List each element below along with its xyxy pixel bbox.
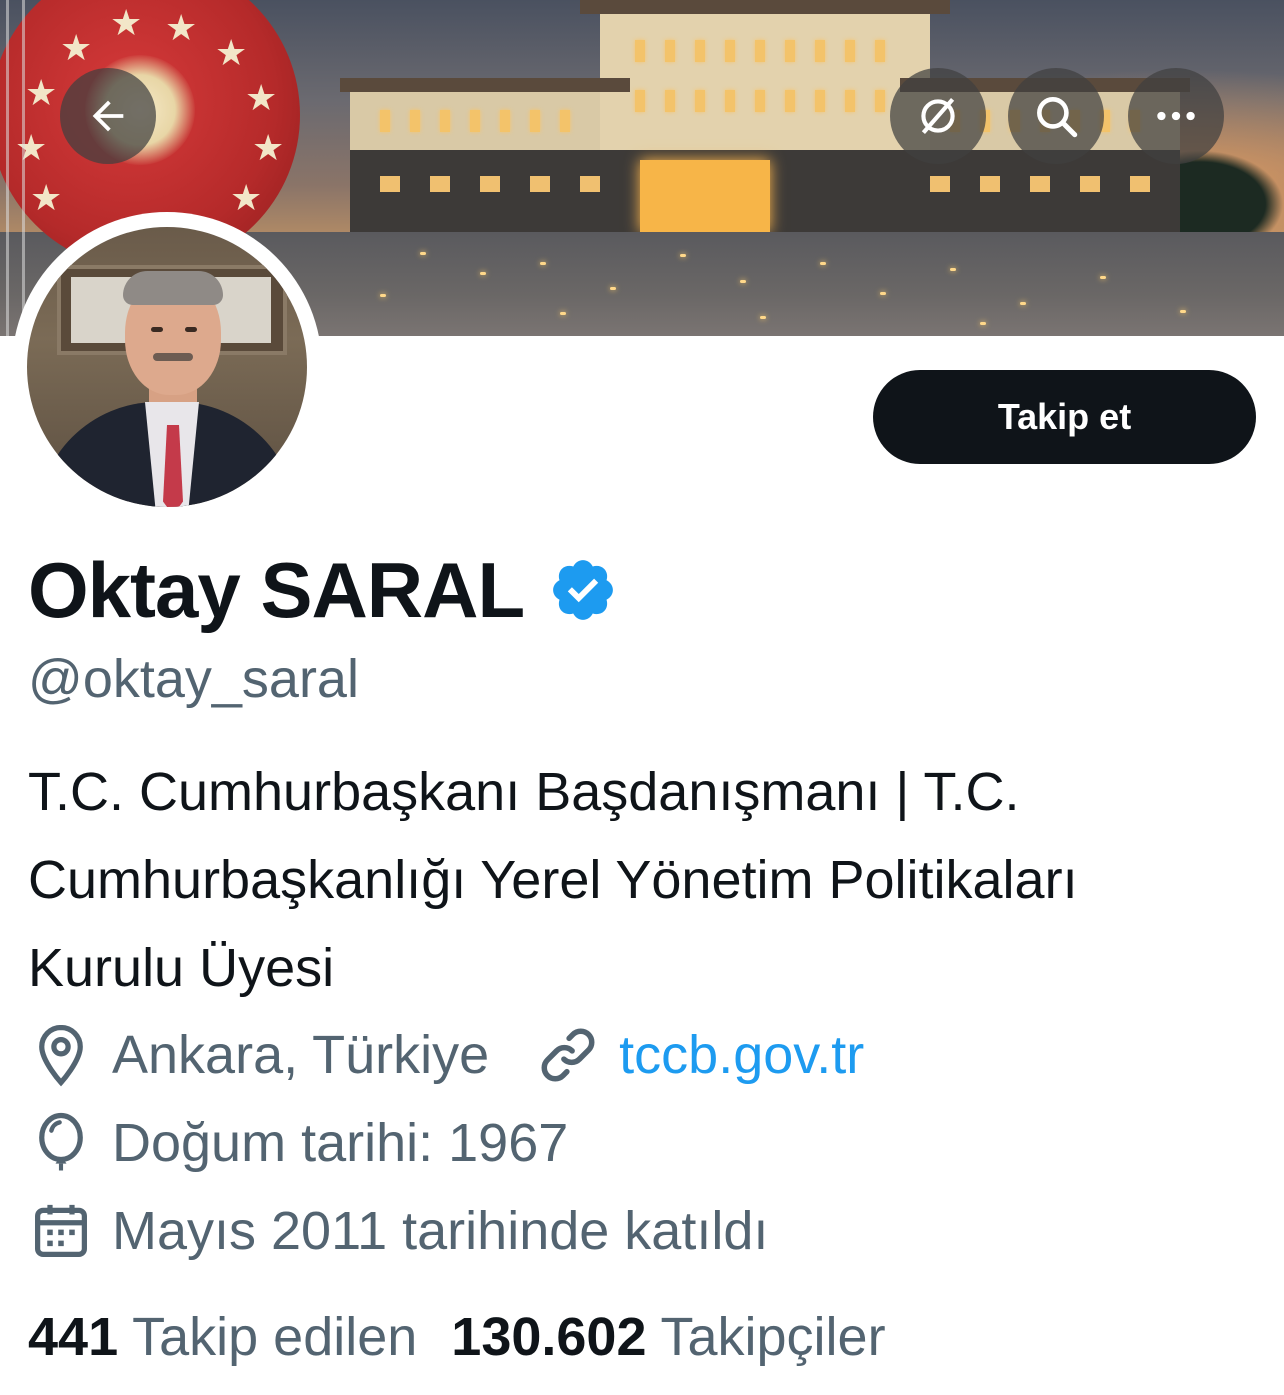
follow-stats: 441 Takip edilen 130.602 Takipçiler xyxy=(28,1306,886,1368)
followers-link[interactable]: 130.602 Takipçiler xyxy=(451,1306,885,1368)
bio-line: Kurulu Üyesi xyxy=(28,938,335,998)
following-label: Takip edilen xyxy=(132,1307,418,1367)
location-website-row: Ankara, Türkiye tccb.gov.tr xyxy=(28,1022,864,1088)
hide-reposts-icon xyxy=(921,97,955,135)
following-link[interactable]: 441 Takip edilen xyxy=(28,1306,417,1368)
more-icon xyxy=(1157,111,1195,121)
location-text: Ankara, Türkiye xyxy=(112,1025,490,1085)
following-count: 441 xyxy=(28,1307,119,1367)
arrow-left-icon xyxy=(92,100,124,132)
avatar[interactable] xyxy=(27,227,307,507)
search-icon xyxy=(1037,97,1078,138)
balloon-icon xyxy=(39,1112,83,1171)
birth-row: Doğum tarihi: 1967 xyxy=(28,1110,568,1176)
more-options-button[interactable] xyxy=(1128,68,1224,164)
display-name: Oktay SARAL xyxy=(28,545,525,634)
follow-button[interactable]: Takip et xyxy=(873,370,1256,464)
joined-date-text: Mayıs 2011 tarihinde katıldı xyxy=(112,1201,769,1261)
followers-label: Takipçiler xyxy=(660,1307,886,1367)
birth-date-text: Doğum tarihi: 1967 xyxy=(112,1113,569,1173)
hide-reposts-button[interactable] xyxy=(890,68,986,164)
verified-badge-icon[interactable] xyxy=(548,555,618,625)
bio: T.C. Cumhurbaşkanı Başdanışmanı | T.C. C… xyxy=(28,748,1268,1012)
bio-line: T.C. Cumhurbaşkanı Başdanışmanı | T.C. xyxy=(28,762,1020,822)
joined-row: Mayıs 2011 tarihinde katıldı xyxy=(28,1198,768,1264)
name-row: Oktay SARAL xyxy=(28,540,618,640)
followers-count: 130.602 xyxy=(451,1307,647,1367)
website-link[interactable]: tccb.gov.tr xyxy=(619,1024,864,1086)
back-button[interactable] xyxy=(60,68,156,164)
calendar-icon xyxy=(35,1204,87,1257)
user-handle: @oktay_saral xyxy=(28,649,359,709)
search-button[interactable] xyxy=(1008,68,1104,164)
link-icon xyxy=(541,1028,595,1082)
location-pin-icon xyxy=(39,1024,83,1087)
bio-line: Cumhurbaşkanlığı Yerel Yönetim Politikal… xyxy=(28,850,1078,910)
